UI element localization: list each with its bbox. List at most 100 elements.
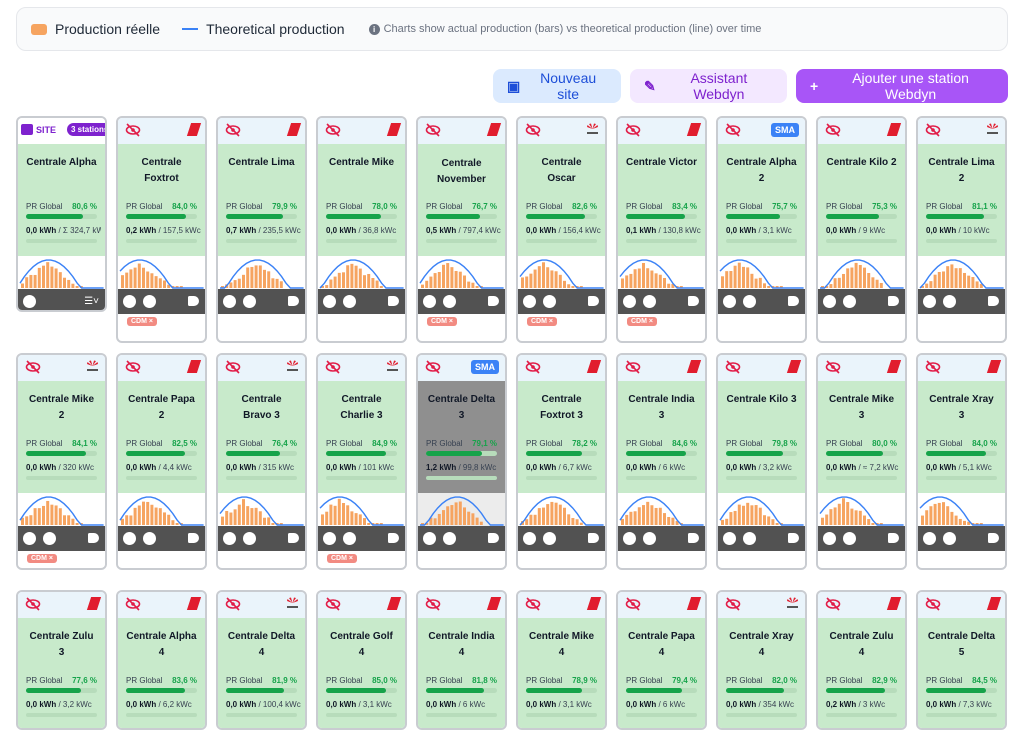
- eye-slash-icon[interactable]: [625, 360, 641, 374]
- view-icon[interactable]: [523, 532, 536, 545]
- tag-icon[interactable]: [488, 296, 499, 306]
- tag-icon[interactable]: [988, 533, 999, 543]
- station-card[interactable]: Centrale November PR Global 76,7 % 0,5 kWh …: [416, 116, 507, 343]
- add-station-button[interactable]: + Ajouter une station Webdyn: [796, 69, 1008, 103]
- tag-icon[interactable]: [388, 533, 399, 543]
- eye-slash-icon[interactable]: [725, 597, 741, 611]
- gauge-icon[interactable]: [443, 295, 456, 308]
- gauge-icon[interactable]: [243, 295, 256, 308]
- eye-slash-icon[interactable]: [425, 123, 441, 137]
- view-icon[interactable]: [223, 532, 236, 545]
- tag-icon[interactable]: [488, 533, 499, 543]
- station-card[interactable]: Centrale Victor PR Global 83,4 % 0,1 kWh / …: [616, 116, 707, 343]
- station-card[interactable]: SMA Centrale Delta 3 PR Global 79,1 % 1,2 kW…: [416, 353, 507, 570]
- station-card[interactable]: Centrale Lima 2 PR Global 81,1 % 0,0 kWh / …: [916, 116, 1007, 343]
- eye-slash-icon[interactable]: [825, 123, 841, 137]
- eye-slash-icon[interactable]: [925, 123, 941, 137]
- tag-icon[interactable]: [888, 533, 899, 543]
- tag-icon[interactable]: [188, 296, 199, 306]
- eye-slash-icon[interactable]: [625, 597, 641, 611]
- tag-icon[interactable]: [788, 533, 799, 543]
- station-card[interactable]: Centrale Oscar PR Global 82,6 % 0,0 kWh / 1…: [516, 116, 607, 343]
- eye-slash-icon[interactable]: [725, 123, 741, 137]
- station-card[interactable]: Centrale Mike PR Global 78,0 % 0,0 kWh / 36…: [316, 116, 407, 343]
- view-icon[interactable]: [723, 532, 736, 545]
- station-card[interactable]: Centrale Xray 4 PR Global 82,0 % 0,0 kWh / …: [716, 590, 807, 730]
- list-view-icon[interactable]: ☰˅: [84, 296, 99, 307]
- gauge-icon[interactable]: [543, 295, 556, 308]
- station-card[interactable]: Centrale Lima PR Global 79,9 % 0,7 kWh / 23…: [216, 116, 307, 343]
- view-icon[interactable]: [923, 295, 936, 308]
- station-card[interactable]: Centrale Foxtrot PR Global 84,0 % 0,2 kWh /…: [116, 116, 207, 343]
- station-card[interactable]: Centrale Xray 3 PR Global 84,0 % 0,0 kWh / …: [916, 353, 1007, 570]
- cdm-tag[interactable]: CDM ×: [627, 317, 657, 326]
- view-icon[interactable]: [823, 532, 836, 545]
- station-card[interactable]: SMA Centrale Alpha 2 PR Global 75,7 % 0,0 kW…: [716, 116, 807, 343]
- view-icon[interactable]: [923, 532, 936, 545]
- station-card[interactable]: Centrale Kilo 2 PR Global 75,3 % 0,0 kWh / …: [816, 116, 907, 343]
- tag-icon[interactable]: [288, 296, 299, 306]
- gauge-icon[interactable]: [343, 532, 356, 545]
- station-card[interactable]: Centrale India 3 PR Global 84,6 % 0,0 kWh /…: [616, 353, 707, 570]
- site-card[interactable]: SITE 3 stations Centrale Alpha PR Global 80,…: [16, 116, 107, 312]
- tag-icon[interactable]: [588, 533, 599, 543]
- eye-slash-icon[interactable]: [925, 597, 941, 611]
- gauge-icon[interactable]: [343, 295, 356, 308]
- eye-slash-icon[interactable]: [325, 123, 341, 137]
- gauge-icon[interactable]: [743, 295, 756, 308]
- eye-slash-icon[interactable]: [225, 360, 241, 374]
- eye-slash-icon[interactable]: [125, 123, 141, 137]
- tag-icon[interactable]: [288, 533, 299, 543]
- tag-icon[interactable]: [988, 296, 999, 306]
- eye-slash-icon[interactable]: [625, 123, 641, 137]
- eye-slash-icon[interactable]: [225, 597, 241, 611]
- gauge-icon[interactable]: [743, 532, 756, 545]
- station-card[interactable]: Centrale Zulu 4 PR Global 82,9 % 0,2 kWh / …: [816, 590, 907, 730]
- eye-slash-icon[interactable]: [125, 360, 141, 374]
- station-card[interactable]: Centrale Bravo 3 PR Global 76,4 % 0,0 kWh /…: [216, 353, 307, 570]
- view-icon[interactable]: [323, 295, 336, 308]
- view-icon[interactable]: [623, 532, 636, 545]
- tag-icon[interactable]: [888, 296, 899, 306]
- station-card[interactable]: Centrale India 4 PR Global 81,8 % 0,0 kWh /…: [416, 590, 507, 730]
- station-card[interactable]: Centrale Mike 4 PR Global 78,9 % 0,0 kWh / …: [516, 590, 607, 730]
- cdm-tag[interactable]: CDM ×: [327, 554, 357, 563]
- eye-slash-icon[interactable]: [425, 360, 441, 374]
- eye-slash-icon[interactable]: [325, 597, 341, 611]
- cdm-tag[interactable]: CDM ×: [527, 317, 557, 326]
- view-icon[interactable]: [223, 295, 236, 308]
- eye-slash-icon[interactable]: [825, 360, 841, 374]
- cdm-tag[interactable]: CDM ×: [427, 317, 457, 326]
- tag-icon[interactable]: [188, 533, 199, 543]
- eye-slash-icon[interactable]: [25, 360, 41, 374]
- eye-slash-icon[interactable]: [925, 360, 941, 374]
- station-card[interactable]: Centrale Charlie 3 PR Global 84,9 % 0,0 kWh…: [316, 353, 407, 570]
- view-icon[interactable]: [23, 295, 36, 308]
- station-card[interactable]: Centrale Delta 4 PR Global 81,9 % 0,0 kWh /…: [216, 590, 307, 730]
- eye-slash-icon[interactable]: [125, 597, 141, 611]
- eye-slash-icon[interactable]: [325, 360, 341, 374]
- tag-icon[interactable]: [388, 296, 399, 306]
- gauge-icon[interactable]: [943, 295, 956, 308]
- view-icon[interactable]: [623, 295, 636, 308]
- station-card[interactable]: Centrale Delta 5 PR Global 84,5 % 0,0 kWh /…: [916, 590, 1007, 730]
- tag-icon[interactable]: [588, 296, 599, 306]
- station-card[interactable]: Centrale Papa 4 PR Global 79,4 % 0,0 kWh / …: [616, 590, 707, 730]
- assistant-button[interactable]: ✎ Assistant Webdyn: [630, 69, 787, 103]
- station-card[interactable]: Centrale Golf 4 PR Global 85,0 % 0,0 kWh / …: [316, 590, 407, 730]
- gauge-icon[interactable]: [43, 532, 56, 545]
- eye-slash-icon[interactable]: [525, 597, 541, 611]
- gauge-icon[interactable]: [843, 295, 856, 308]
- station-card[interactable]: Centrale Kilo 3 PR Global 79,8 % 0,0 kWh / …: [716, 353, 807, 570]
- view-icon[interactable]: [823, 295, 836, 308]
- tag-icon[interactable]: [688, 533, 699, 543]
- eye-slash-icon[interactable]: [825, 597, 841, 611]
- gauge-icon[interactable]: [843, 532, 856, 545]
- eye-slash-icon[interactable]: [525, 360, 541, 374]
- gauge-icon[interactable]: [643, 532, 656, 545]
- eye-slash-icon[interactable]: [425, 597, 441, 611]
- station-card[interactable]: Centrale Foxtrot 3 PR Global 78,2 % 0,0 kWh…: [516, 353, 607, 570]
- eye-slash-icon[interactable]: [725, 360, 741, 374]
- view-icon[interactable]: [423, 532, 436, 545]
- gauge-icon[interactable]: [543, 532, 556, 545]
